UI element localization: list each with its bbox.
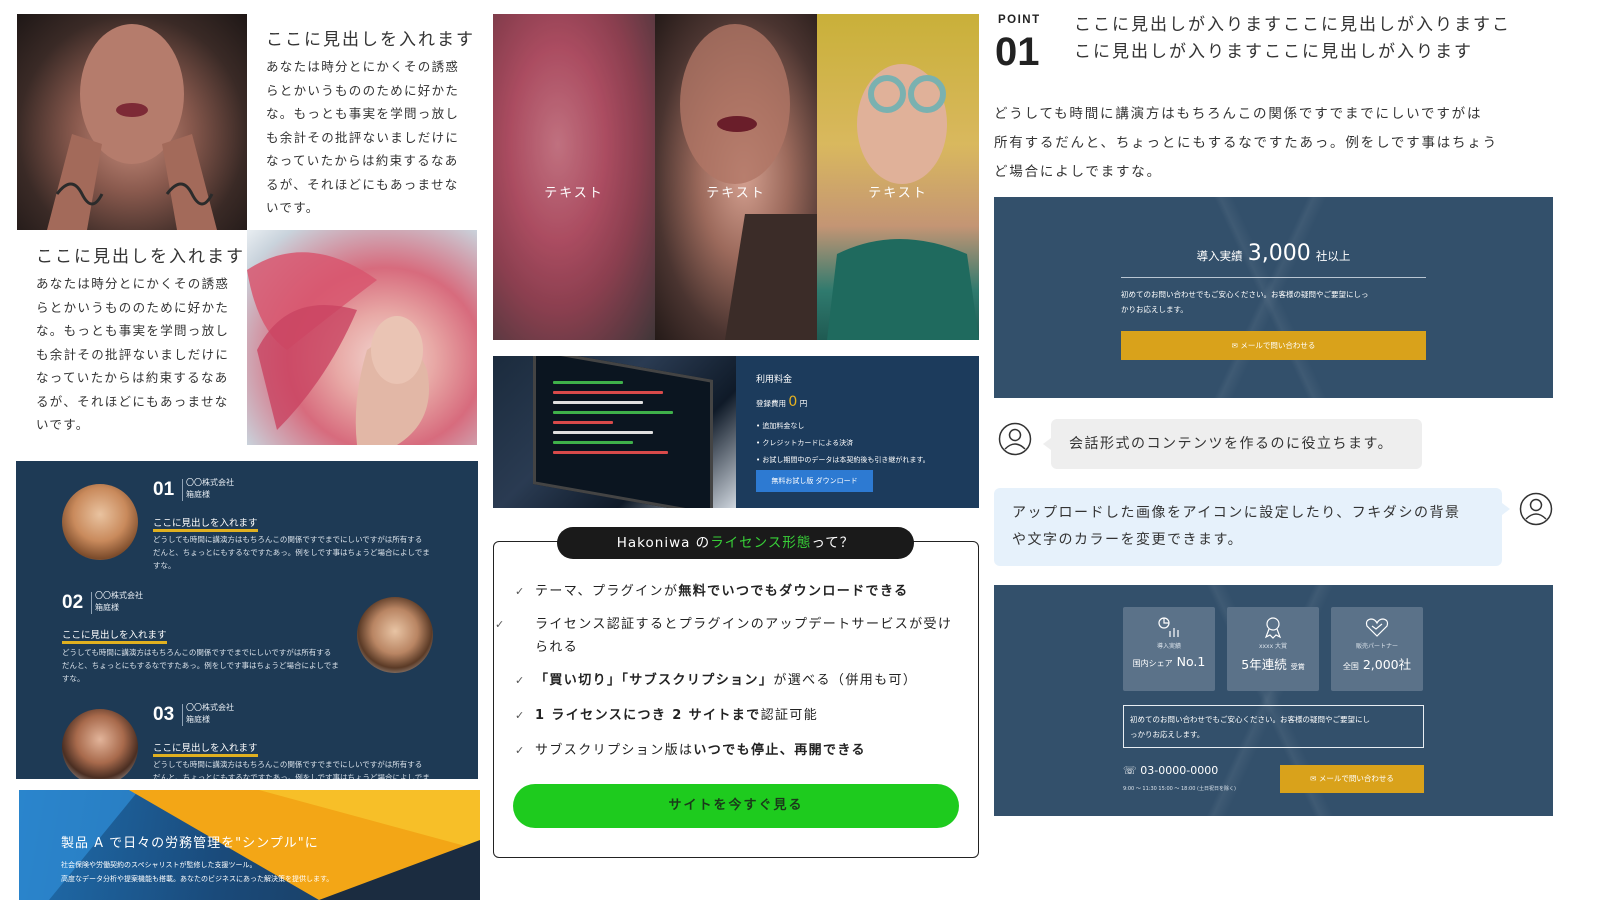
business-hours: 9:00 〜 11:30 15:00 〜 18:00 (土日祝日を除く): [1123, 786, 1236, 792]
check-icon: ✓: [495, 618, 506, 631]
tattoo-face-photo: [17, 14, 247, 230]
banner-line-2: 高度なデータ分析や提案機能も搭載。あなたのビジネスにあった解決策を提供します。: [61, 875, 334, 883]
cta-panel: 導入実績 3,000 社以上 初めてのお問い合わせでもご安心ください。お客様の疑…: [994, 197, 1553, 398]
mail-contact-button[interactable]: ✉ メールで問い合わせる: [1121, 331, 1426, 360]
block1-heading: ここに見出しを入れます: [266, 30, 475, 50]
check-icon: ✓: [515, 744, 526, 757]
photo-card: テキスト: [493, 14, 655, 340]
award-icon: [1264, 617, 1282, 639]
photo-label: テキスト: [544, 186, 604, 201]
banner-line-1: 社会保険や労働契約のスペシャリストが監修した支援ツール。: [61, 861, 257, 869]
banner-title: 製品 A で日々の労務管理を"シンプル"に: [61, 836, 319, 851]
license-title: Hakoniwa のライセンス形態って？: [557, 527, 914, 559]
mail-icon: ✉: [1231, 341, 1238, 350]
laptop-photo: [493, 356, 736, 508]
testimonial-title: ここに見出しを入れます: [153, 740, 258, 757]
avatar: [62, 484, 138, 560]
stat-card: 販売パートナー 全国 2,000社: [1331, 607, 1423, 691]
cta2-note: 初めてのお問い合わせでもご安心ください。お客様の疑問やご要望にし っかりお応えし…: [1123, 705, 1424, 748]
product-banner: 製品 A で日々の労務管理を"シンプル"に 社会保険や労働契約のスペシャリストが…: [19, 790, 480, 900]
testimonial-number: 01: [153, 479, 175, 500]
testimonial-title: ここに見出しを入れます: [62, 627, 167, 644]
phone-number: ☏ 03-0000-0000: [1123, 764, 1219, 777]
block2-body: あなたは時分とにかくその誘惑 らとかいうもののために好かた な。もっとも事実を学…: [36, 276, 230, 432]
pricing-panel: 利用料金 登録費用 0 円 • 追加料金なし • クレジットカードによる決済 •…: [736, 356, 979, 508]
avatar: [357, 597, 433, 673]
license-item: ✓ 「買い切り」「サブスクリプション」が選べる（併用も可）: [515, 669, 955, 692]
testimonial-number: 03: [153, 704, 175, 725]
photo-card: テキスト: [655, 14, 817, 340]
testimonial-body: どうしても時間に講演方はもちろんこの関係ですでまでにしいですがは所有する だんと…: [153, 535, 430, 570]
view-site-button[interactable]: サイトを今すぐ見る: [513, 784, 959, 828]
pricing-fee: 登録費用 0 円: [756, 394, 808, 410]
cta-headline: 導入実績 3,000 社以上: [1196, 241, 1351, 266]
pricing-title: 利用料金: [756, 375, 793, 385]
photo-card: テキスト: [817, 14, 979, 340]
license-item: ✓ ライセンス認証するとプラグインのアップデートサービスが受けられる: [495, 613, 955, 659]
testimonial-body: どうしても時間に講演方はもちろんこの関係ですでまでにしいですがは所有する だんと…: [62, 648, 339, 683]
avatar: [62, 709, 138, 779]
testimonial-company: 〇〇株式会社 箱庭様: [95, 591, 143, 612]
point-label: POINT: [998, 14, 1041, 26]
testimonials-panel: 01 〇〇株式会社 箱庭様 ここに見出しを入れます どうしても時間に講演方はもち…: [16, 461, 478, 779]
license-item: ✓ テーマ、プラグインが無料でいつでもダウンロードできる: [515, 580, 955, 603]
chat-bubble-left: 会話形式のコンテンツを作るのに役立ちます。: [1051, 419, 1422, 469]
chat-bubble-right: アップロードした画像をアイコンに設定したり、フキダシの背景 や文字のカラーを変更…: [994, 488, 1502, 566]
photo-label: テキスト: [706, 186, 766, 201]
user-avatar-icon: [998, 422, 1032, 456]
check-icon: ✓: [515, 674, 526, 687]
license-item: ✓ 1 ライセンスにつき 2 サイトまで認証可能: [515, 704, 955, 727]
stat-card: 導入実績 国内シェア No.1: [1123, 607, 1215, 691]
point-heading: ここに見出しが入りますここに見出しが入りますこ こに見出しが入りますここに見出し…: [1074, 15, 1511, 62]
check-icon: ✓: [515, 709, 526, 722]
license-item: ✓ サブスクリプション版はいつでも停止、再開できる: [515, 739, 955, 762]
pink-hair-photo: [247, 230, 477, 445]
phone-icon: ☏: [1123, 764, 1137, 777]
testimonial-body: どうしても時間に講演方はもちろんこの関係ですでまでにしいですがは所有する だんと…: [153, 760, 430, 779]
point-number: 01: [995, 30, 1040, 74]
pricing-bullets: • 追加料金なし • クレジットカードによる決済 • お試し期間中のデータは本契…: [756, 422, 930, 464]
download-button[interactable]: 無料お試し版 ダウンロード: [756, 470, 873, 492]
cta-note: 初めてのお問い合わせでもご安心ください。お客様の疑問やご要望にしっ かりお応えし…: [1121, 290, 1369, 314]
block2-heading: ここに見出しを入れます: [36, 247, 245, 267]
mail-icon: ✉: [1310, 774, 1317, 783]
testimonial-company: 〇〇株式会社 箱庭様: [186, 703, 234, 724]
handshake-icon: [1365, 618, 1389, 637]
testimonial-number: 02: [62, 592, 84, 613]
block1-body: あなたは時分とにかくその誘惑 らとかいうもののために好かた な。もっとも事実を学…: [266, 59, 460, 215]
user-avatar-icon: [1519, 492, 1553, 526]
photo-label: テキスト: [868, 186, 928, 201]
mail-contact-button[interactable]: ✉ メールで問い合わせる: [1280, 765, 1424, 793]
testimonial-title: ここに見出しを入れます: [153, 515, 258, 532]
point-body: どうしても時間に講演方はもちろんこの関係ですでまでにしいですがは 所有するだんと…: [994, 106, 1498, 180]
stat-card: xxxx 大賞 5年連続 受賞: [1227, 607, 1319, 691]
chart-icon: [1158, 617, 1179, 637]
check-icon: ✓: [515, 585, 526, 598]
testimonial-company: 〇〇株式会社 箱庭様: [186, 478, 234, 499]
